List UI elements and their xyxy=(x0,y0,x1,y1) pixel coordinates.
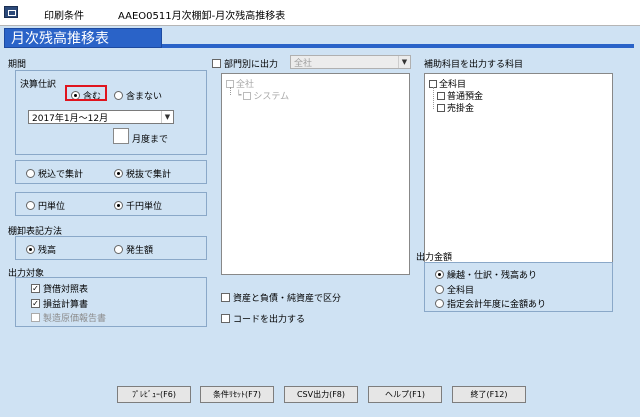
unit-panel: 円単位 千円単位 xyxy=(15,192,207,216)
tax-incl-radio-dot xyxy=(26,169,35,178)
output-code-checkbox[interactable]: コードを出力する xyxy=(221,312,305,325)
period-section-label: 期間 xyxy=(8,60,27,70)
check-icon: ✓ xyxy=(31,299,40,308)
balance-label: 残高 xyxy=(38,246,57,256)
amount-carryover-radio[interactable]: 繰越・仕訳・残高あり xyxy=(435,268,537,281)
yen-unit-label: 円単位 xyxy=(38,202,66,212)
main-panel: 月次残高推移表 期間 決算仕訳 含む 含まない 2017年1月～12月 ▼ 月度… xyxy=(0,27,640,417)
department-select: 全社 ▼ xyxy=(290,55,411,69)
balance-sheet-label: 貸借対照表 xyxy=(43,285,89,295)
checkbox-box xyxy=(437,91,445,100)
amount-panel: 繰越・仕訳・残高あり 全科目 指定会計年度に金額あり xyxy=(424,262,613,312)
print-conditions-label: 印刷条件 xyxy=(44,11,84,22)
yen-unit-radio-dot xyxy=(26,201,35,210)
preview-button[interactable]: ﾌﾟﾚﾋﾞｭｰ(F6) xyxy=(117,386,191,403)
asset-division-label: 資産と負債・純資産で区分 xyxy=(233,294,342,304)
amount-carryover-radio-dot xyxy=(435,270,444,279)
amount-all-accounts-radio[interactable]: 全科目 xyxy=(435,283,474,296)
output-code-label: コードを出力する xyxy=(233,315,306,325)
exit-button[interactable]: 終了(F12) xyxy=(452,386,526,403)
help-button[interactable]: ヘルプ(F1) xyxy=(368,386,442,403)
amount-fiscal-year-radio-dot xyxy=(435,299,444,308)
amount-all-accounts-label: 全科目 xyxy=(447,286,475,296)
department-output-label: 部門別に出力 xyxy=(224,60,279,70)
amount-carryover-label: 繰越・仕訳・残高あり xyxy=(447,271,538,281)
manufacturing-cost-label: 製造原価報告書 xyxy=(43,314,107,324)
checkbox-box xyxy=(221,293,230,302)
checkbox-box xyxy=(212,59,221,68)
amount-all-accounts-radio-dot xyxy=(435,285,444,294)
checkbox-box xyxy=(243,91,252,100)
thousand-unit-radio-dot xyxy=(114,201,123,210)
tree-item-accounts-receivable[interactable]: 売掛金 xyxy=(437,101,474,114)
balance-sheet-checkbox[interactable]: ✓ 貸借対照表 xyxy=(31,282,88,295)
inventory-panel: 残高 発生額 xyxy=(15,236,207,260)
check-icon: ✓ xyxy=(31,284,40,293)
department-output-checkbox[interactable]: 部門別に出力 xyxy=(212,57,278,70)
checkbox-box xyxy=(437,103,445,112)
occurrence-radio[interactable]: 発生額 xyxy=(114,243,153,256)
window-title: AAEO0511月次棚卸-月次残高推移表 xyxy=(118,11,286,22)
amount-fiscal-year-radio[interactable]: 指定会計年度に金額あり xyxy=(435,297,546,310)
sub-accounts-tree: 全科目 普通預金 売掛金 xyxy=(424,73,613,275)
thousand-unit-label: 千円単位 xyxy=(126,202,163,212)
title-underline xyxy=(162,44,634,48)
occurrence-radio-dot xyxy=(114,245,123,254)
sub-accounts-section-label: 補助科目を出力する科目 xyxy=(424,60,524,70)
exclude-radio-label: 含まない xyxy=(126,92,163,102)
department-tree: 全社 ┕ システム xyxy=(221,73,410,275)
include-highlight-box xyxy=(65,85,107,101)
amount-fiscal-year-label: 指定会計年度に金額あり xyxy=(447,300,547,310)
tax-excl-radio-dot xyxy=(114,169,123,178)
tax-incl-label: 税込で集計 xyxy=(38,170,84,180)
tax-excl-radio[interactable]: 税抜で集計 xyxy=(114,167,171,180)
app-icon xyxy=(4,6,18,18)
tree-item-system: ┕ システム xyxy=(236,90,290,103)
period-range-value: 2017年1月～12月 xyxy=(32,113,109,124)
window-titlebar: 印刷条件 AAEO0511月次棚卸-月次残高推移表 xyxy=(0,0,640,26)
asset-division-checkbox[interactable]: 資産と負債・純資産で区分 xyxy=(221,291,341,304)
checkbox-box xyxy=(221,314,230,323)
income-statement-checkbox[interactable]: ✓ 損益計算書 xyxy=(31,297,88,310)
chevron-down-icon: ▼ xyxy=(161,111,173,123)
manufacturing-cost-checkbox: 製造原価報告書 xyxy=(31,311,106,324)
thousand-unit-radio[interactable]: 千円単位 xyxy=(114,199,162,212)
checkbox-box xyxy=(31,313,40,322)
settlement-label: 決算仕訳 xyxy=(20,80,57,90)
occurrence-label: 発生額 xyxy=(126,246,154,256)
period-range-select[interactable]: 2017年1月～12月 ▼ xyxy=(28,110,174,124)
output-target-panel: ✓ 貸借対照表 ✓ 損益計算書 製造原価報告書 xyxy=(15,277,207,327)
balance-radio[interactable]: 残高 xyxy=(26,243,56,256)
tax-incl-radio[interactable]: 税込で集計 xyxy=(26,167,83,180)
tax-panel: 税込で集計 税抜で集計 xyxy=(15,160,207,184)
period-panel: 決算仕訳 含む 含まない 2017年1月～12月 ▼ 月度まで xyxy=(15,70,207,155)
page-title: 月次残高推移表 xyxy=(4,28,162,48)
csv-output-button[interactable]: CSV出力(F8) xyxy=(284,386,358,403)
exclude-radio-dot xyxy=(114,91,123,100)
month-suffix-label: 月度まで xyxy=(132,135,169,145)
balance-radio-dot xyxy=(26,245,35,254)
chevron-down-icon: ▼ xyxy=(398,56,410,68)
department-select-value: 全社 xyxy=(294,58,313,69)
tax-excl-label: 税抜で集計 xyxy=(126,170,172,180)
tree-item-label: 売掛金 xyxy=(447,104,475,114)
tree-item-label: システム xyxy=(253,92,290,102)
month-input[interactable] xyxy=(113,128,129,144)
exclude-radio[interactable]: 含まない xyxy=(114,89,162,102)
yen-unit-radio[interactable]: 円単位 xyxy=(26,199,65,212)
income-statement-label: 損益計算書 xyxy=(43,300,89,310)
reset-conditions-button[interactable]: 条件ﾘｾｯﾄ(F7) xyxy=(200,386,274,403)
